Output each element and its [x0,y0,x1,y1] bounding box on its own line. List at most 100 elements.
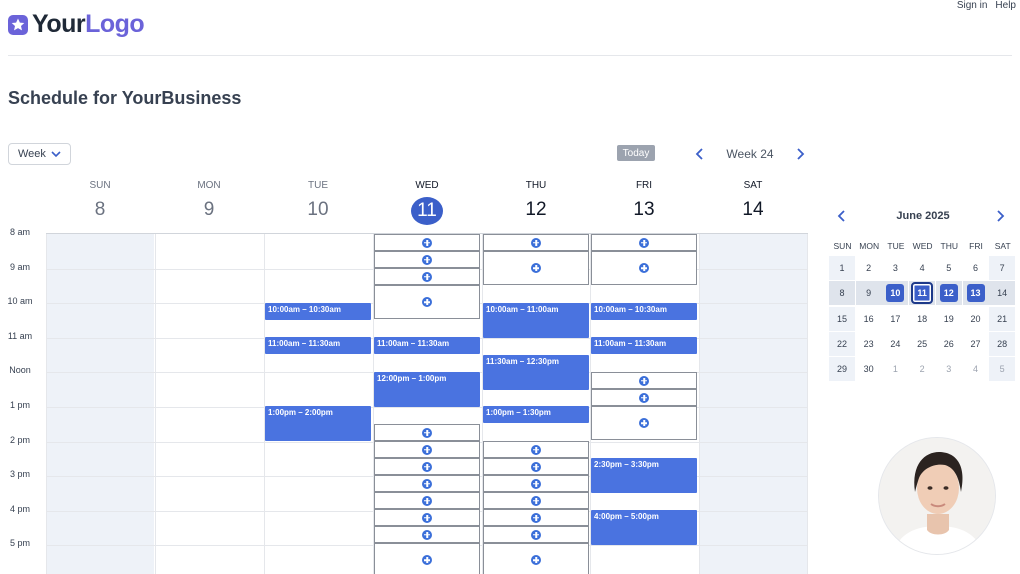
mini-date[interactable]: 25 [909,332,935,356]
mini-date[interactable]: 22 [829,331,855,356]
booked-event[interactable]: 12:00pm – 1:00pm [374,372,480,407]
booked-event[interactable]: 10:00am – 10:30am [265,303,371,320]
logo[interactable]: YourLogo [8,10,145,39]
open-slot[interactable] [374,492,480,509]
open-slot[interactable] [591,234,697,251]
mini-date[interactable]: 2 [856,256,882,280]
mini-date[interactable]: 1 [882,357,908,381]
open-slot[interactable] [591,372,697,389]
day-number: 14 [742,199,764,220]
add-slot-icon [422,512,432,523]
mini-date[interactable]: 29 [829,357,855,382]
add-slot-icon [639,392,649,403]
open-slot[interactable] [374,458,480,475]
booked-event[interactable]: 11:00am – 11:30am [265,337,371,354]
help-link[interactable]: Help [995,0,1016,11]
booked-event[interactable]: 10:00am – 10:30am [591,303,697,320]
mini-date[interactable]: 30 [856,357,882,381]
mini-date[interactable]: 9 [855,281,882,306]
mini-date[interactable]: 3 [936,357,962,381]
mini-date[interactable]: 20 [963,307,989,331]
next-week-button[interactable] [793,147,807,161]
mini-date[interactable]: 12 [935,281,962,306]
day-header-thu[interactable]: THU 12 [482,176,590,223]
booked-event[interactable]: 1:00pm – 2:00pm [265,406,371,441]
open-slot[interactable] [374,268,480,285]
mini-date[interactable]: 5 [989,357,1016,382]
mini-date-available: 13 [966,284,985,303]
open-slot[interactable] [483,234,589,251]
day-header-wed[interactable]: WED 11 [373,176,481,225]
open-slot[interactable] [374,526,480,543]
mini-date[interactable]: 23 [856,332,882,356]
prev-week-button[interactable] [693,147,707,161]
open-slot[interactable] [591,406,697,440]
open-slot[interactable] [483,526,589,543]
booked-event[interactable]: 1:00pm – 1:30pm [483,406,589,423]
open-slot[interactable] [483,251,589,285]
mini-date[interactable]: 8 [829,281,855,306]
day-header-tue[interactable]: TUE 10 [264,176,372,223]
mini-date[interactable]: 14 [989,281,1016,306]
open-slot[interactable] [374,543,480,574]
open-slot[interactable] [591,389,697,406]
booked-event[interactable]: 10:00am – 11:00am [483,303,589,338]
booked-event[interactable]: 2:30pm – 3:30pm [591,458,697,493]
mini-date[interactable]: 24 [882,332,908,356]
open-slot[interactable] [374,509,480,526]
day-name: MON [197,180,221,191]
open-slot[interactable] [483,458,589,475]
open-slot[interactable] [374,441,480,458]
day-header-fri[interactable]: FRI 13 [590,176,698,223]
mini-date[interactable]: 27 [963,332,989,356]
day-header-sun[interactable]: SUN 8 [46,176,154,223]
open-slot[interactable] [483,509,589,526]
next-month-button[interactable] [993,209,1007,223]
mini-date[interactable]: 7 [989,256,1016,280]
open-slot[interactable] [483,475,589,492]
mini-date[interactable]: 5 [936,256,962,280]
day-name: TUE [308,180,328,191]
mini-date[interactable]: 6 [963,256,989,280]
mini-date[interactable]: 16 [856,307,882,331]
booked-event[interactable]: 11:00am – 11:30am [591,337,697,354]
mini-date[interactable]: 3 [882,256,908,280]
open-slot[interactable] [374,285,480,319]
open-slot[interactable] [483,441,589,458]
booked-event[interactable]: 4:00pm – 5:00pm [591,510,697,545]
page-title: Schedule for YourBusiness [8,88,242,108]
mini-date[interactable]: 13 [962,281,989,306]
mini-date[interactable]: 17 [882,307,908,331]
open-slot[interactable] [591,251,697,285]
star-logo-icon [8,14,28,35]
open-slot[interactable] [374,424,480,441]
open-slot[interactable] [374,475,480,492]
booked-event[interactable]: 11:30am – 12:30pm [483,355,589,390]
open-slot[interactable] [374,234,480,251]
mini-date[interactable]: 19 [936,307,962,331]
mini-date[interactable]: 26 [936,332,962,356]
mini-date[interactable]: 21 [989,306,1016,331]
day-header-mon[interactable]: MON 9 [155,176,263,223]
open-slot[interactable] [483,492,589,509]
mini-date[interactable]: 2 [909,357,935,381]
mini-date[interactable]: 4 [909,256,935,280]
add-slot-icon [422,555,432,565]
open-slot[interactable] [374,251,480,268]
mini-date[interactable]: 11 [909,281,936,306]
mini-date[interactable]: 4 [963,357,989,381]
day-column [46,234,154,574]
booked-event[interactable]: 11:00am – 11:30am [374,337,480,354]
mini-date[interactable]: 28 [989,331,1016,356]
view-select[interactable]: Week [8,143,71,165]
mini-date[interactable]: 15 [829,306,855,331]
day-header-sat[interactable]: SAT 14 [699,176,807,223]
mini-date[interactable]: 1 [829,256,855,280]
today-button[interactable]: Today [617,145,655,161]
add-slot-icon [531,512,541,523]
open-slot[interactable] [483,543,589,574]
grid-end-line [807,234,808,574]
mini-date[interactable]: 18 [909,307,935,331]
sign-in-link[interactable]: Sign in [957,0,988,11]
mini-date[interactable]: 10 [882,281,909,306]
